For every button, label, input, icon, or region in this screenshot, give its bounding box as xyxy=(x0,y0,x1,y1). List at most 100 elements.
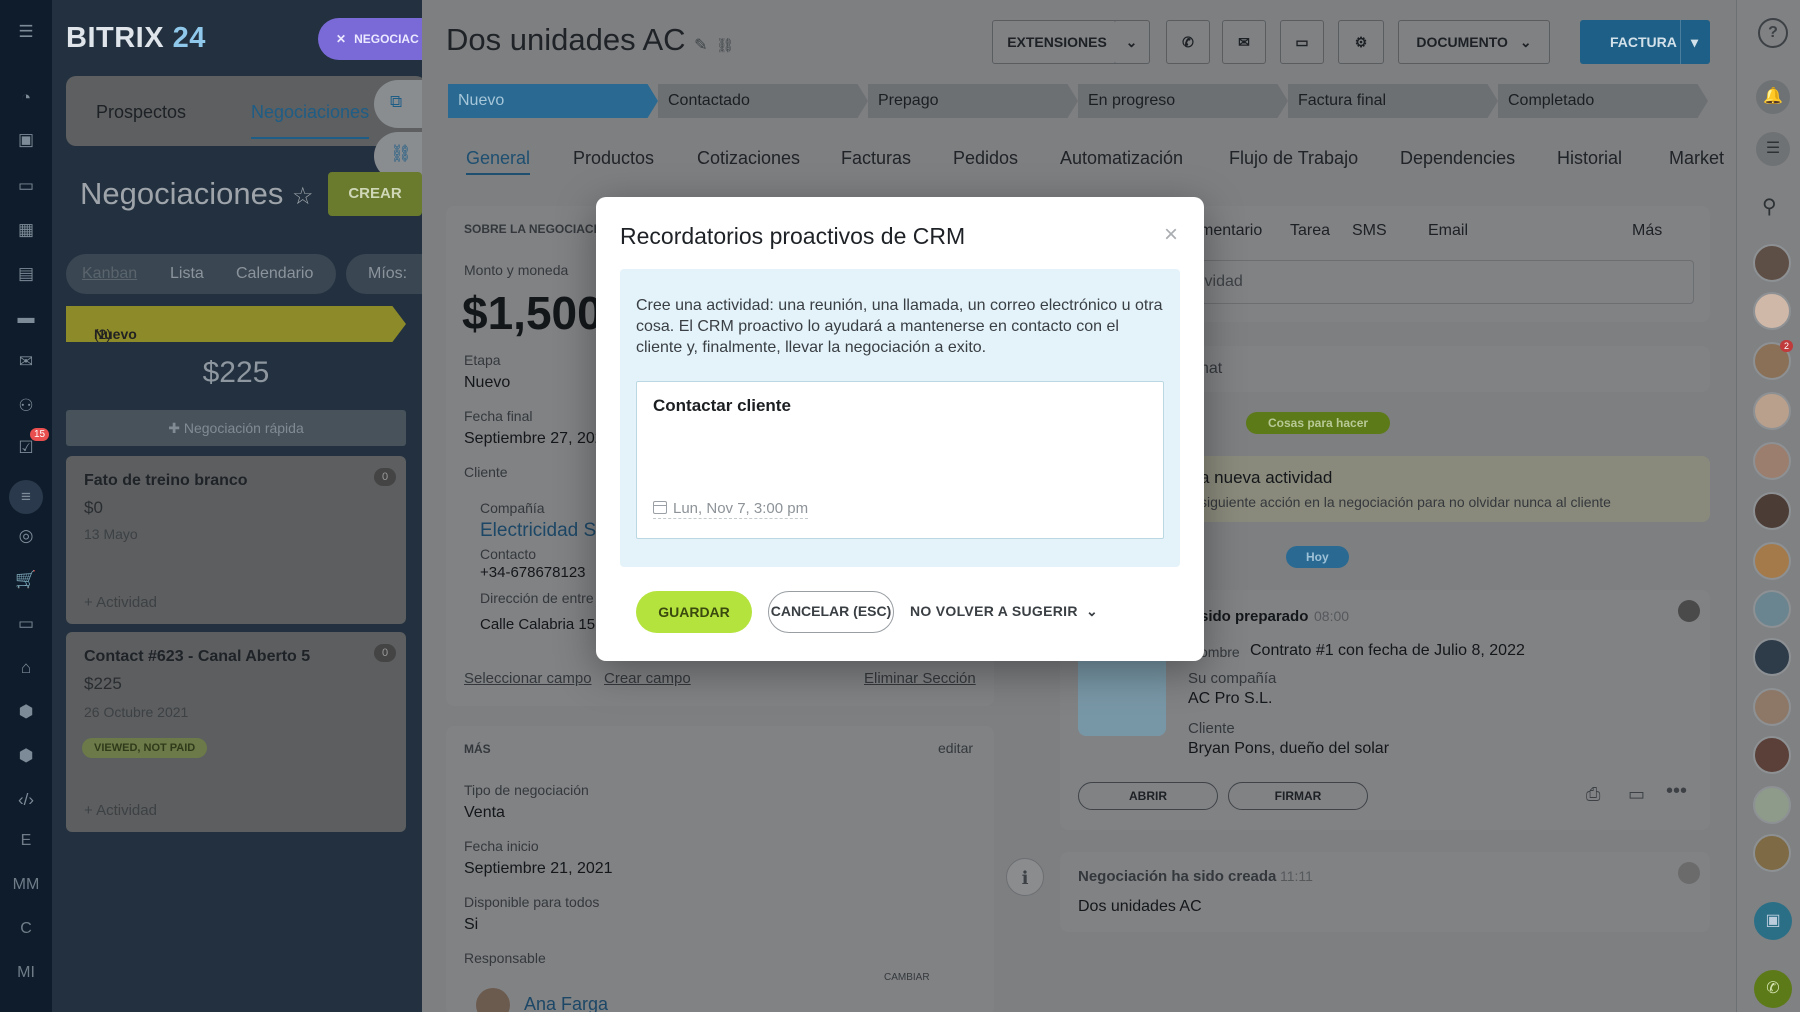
avatar[interactable] xyxy=(1753,292,1791,330)
stage-nuevo[interactable]: Nuevo xyxy=(448,84,658,118)
invoice-button[interactable]: FACTURA ▾ xyxy=(1580,20,1710,64)
date-picker[interactable]: Lun, Nov 7, 3:00 pm xyxy=(653,500,809,519)
activity-input[interactable]: ividad xyxy=(1190,260,1694,304)
save-button[interactable]: GUARDAR xyxy=(636,591,752,633)
contact-card-icon[interactable]: ▭ xyxy=(14,612,38,636)
print-icon[interactable]: ⎙ xyxy=(1586,784,1600,805)
extensions-button[interactable]: EXTENSIONES xyxy=(992,20,1122,64)
avatar[interactable] xyxy=(1753,638,1791,676)
pencil-icon[interactable]: ✎ xyxy=(694,37,707,54)
tab-pedidos[interactable]: Pedidos xyxy=(953,148,1018,169)
stage-factura-final[interactable]: Factura final xyxy=(1288,84,1498,118)
tab-mas[interactable]: Más xyxy=(1632,222,1662,240)
link-icon[interactable]: ⛓ xyxy=(716,37,734,53)
tab-dependencies[interactable]: Dependencies xyxy=(1400,148,1515,169)
docs-icon[interactable]: ▤ xyxy=(14,262,38,286)
settings-button[interactable]: ⚙ xyxy=(1338,20,1384,64)
stage-contactado[interactable]: Contactado xyxy=(658,84,868,118)
tab-tarea[interactable]: Tarea xyxy=(1290,222,1330,240)
close-icon[interactable]: ✕ xyxy=(336,32,346,46)
groups-icon[interactable]: ⚇ xyxy=(14,394,38,418)
close-icon[interactable]: × xyxy=(1164,221,1178,249)
select-field-link[interactable]: Seleccionar campo xyxy=(464,670,592,687)
avatar[interactable] xyxy=(1753,834,1791,872)
extensions-dropdown[interactable]: ⌄ xyxy=(1114,20,1150,64)
tab-negociaciones[interactable]: Negociaciones xyxy=(251,102,370,139)
rail-item-e[interactable]: E xyxy=(0,832,52,850)
email-button[interactable]: ✉ xyxy=(1222,20,1266,64)
change-link[interactable]: CAMBIAR xyxy=(884,972,930,983)
edit-link[interactable]: editar xyxy=(938,740,973,756)
mine-filter[interactable]: Míos: xyxy=(346,254,422,294)
tab-prospectos[interactable]: Prospectos xyxy=(96,102,186,123)
search-icon[interactable]: ⚲ xyxy=(1762,194,1777,219)
cart-icon[interactable]: 🛒 xyxy=(14,568,38,592)
tab-automatizacion[interactable]: Automatización xyxy=(1060,148,1183,169)
stage-en-progreso[interactable]: En progreso xyxy=(1078,84,1288,118)
kanban-card[interactable]: Fato de treino branco 0 $0 13 Mayo + Act… xyxy=(66,456,406,624)
cancel-button[interactable]: CANCELAR (ESC) xyxy=(768,591,894,633)
chat-icon[interactable]: ▭ xyxy=(14,174,38,198)
view-kanban[interactable]: Kanban xyxy=(82,265,137,283)
help-icon[interactable]: ? xyxy=(1758,18,1788,48)
avatar[interactable] xyxy=(1753,392,1791,430)
messages-icon[interactable]: ☰ xyxy=(1756,132,1790,166)
note-icon[interactable]: ▭ xyxy=(1628,784,1645,805)
avatar[interactable] xyxy=(1753,688,1791,726)
doc-name[interactable]: Contrato #1 con fecha de Julio 8, 2022 xyxy=(1250,642,1525,660)
box-icon[interactable]: ⬢ xyxy=(14,700,38,724)
avatar[interactable] xyxy=(1753,492,1791,530)
tasks-icon[interactable]: ▣ xyxy=(14,128,38,152)
create-field-link[interactable]: Crear campo xyxy=(604,670,691,687)
avatar[interactable] xyxy=(1753,736,1791,774)
view-lista[interactable]: Lista xyxy=(170,265,204,283)
mail-icon[interactable]: ✉ xyxy=(14,350,38,374)
kanban-card[interactable]: Contact #623 - Canal Aberto 5 0 $225 26 … xyxy=(66,632,406,832)
tab-market[interactable]: Market xyxy=(1669,148,1724,169)
activity-textarea[interactable]: Contactar cliente Lun, Nov 7, 3:00 pm xyxy=(636,381,1164,539)
chat-button[interactable]: ▭ xyxy=(1280,20,1324,64)
more-icon[interactable]: ••• xyxy=(1666,780,1687,803)
avatar[interactable] xyxy=(1753,442,1791,480)
feed-icon[interactable]: ◔ xyxy=(14,86,38,110)
responsible-link[interactable]: Ana Farga xyxy=(524,994,608,1012)
tab-flujo[interactable]: Flujo de Trabajo xyxy=(1229,148,1358,169)
star-icon[interactable]: ☆ xyxy=(292,183,314,210)
company-link[interactable]: Electricidad S xyxy=(480,520,596,542)
rail-item-mm[interactable]: MM xyxy=(0,876,52,894)
tab-comentario[interactable]: mentario xyxy=(1200,222,1262,240)
sign-button[interactable]: FIRMAR xyxy=(1228,782,1368,810)
avatar[interactable] xyxy=(1753,542,1791,580)
drive-icon[interactable]: ▬ xyxy=(14,306,38,330)
calendar-icon[interactable]: ▦ xyxy=(14,218,38,242)
rail-item-c[interactable]: C xyxy=(0,920,52,938)
tab-facturas[interactable]: Facturas xyxy=(841,148,911,169)
robot-icon[interactable]: ⌂ xyxy=(14,656,38,680)
quick-deal-button[interactable]: ✚ Negociación rápida xyxy=(66,410,406,446)
contact-phone[interactable]: +34-678678123 xyxy=(480,564,586,581)
rail-item-mi[interactable]: MI xyxy=(0,964,52,982)
add-activity-link[interactable]: + Actividad xyxy=(84,594,157,611)
avatar[interactable] xyxy=(1753,590,1791,628)
code-icon[interactable]: ‹/› xyxy=(14,788,38,812)
stage-completado[interactable]: Completado xyxy=(1498,84,1708,118)
deal-chip[interactable]: ✕ NEGOCIAC xyxy=(318,18,428,60)
bell-icon[interactable]: 🔔 xyxy=(1756,80,1790,114)
target-icon[interactable]: ◎ xyxy=(14,524,38,548)
menu-icon[interactable]: ☰ xyxy=(14,20,38,44)
tab-general[interactable]: General xyxy=(466,148,531,175)
tab-productos[interactable]: Productos xyxy=(573,148,654,169)
tab-email[interactable]: Email xyxy=(1428,222,1468,240)
phone-button[interactable]: ✆ xyxy=(1166,20,1210,64)
box2-icon[interactable]: ⬢ xyxy=(14,744,38,768)
add-activity-link[interactable]: + Actividad xyxy=(84,802,157,819)
tab-sms[interactable]: SMS xyxy=(1352,222,1387,240)
open-button[interactable]: ABRIR xyxy=(1078,782,1218,810)
stage-prepago[interactable]: Prepago xyxy=(868,84,1078,118)
screen-share-icon[interactable]: ▣ xyxy=(1754,902,1792,940)
tab-cotizaciones[interactable]: Cotizaciones xyxy=(697,148,800,169)
create-button[interactable]: CREAR xyxy=(328,172,422,216)
delete-section-link[interactable]: Eliminar Sección xyxy=(864,670,976,687)
avatar[interactable] xyxy=(1753,244,1791,282)
dont-suggest-dropdown[interactable]: NO VOLVER A SUGERIR ⌄ xyxy=(910,603,1098,620)
